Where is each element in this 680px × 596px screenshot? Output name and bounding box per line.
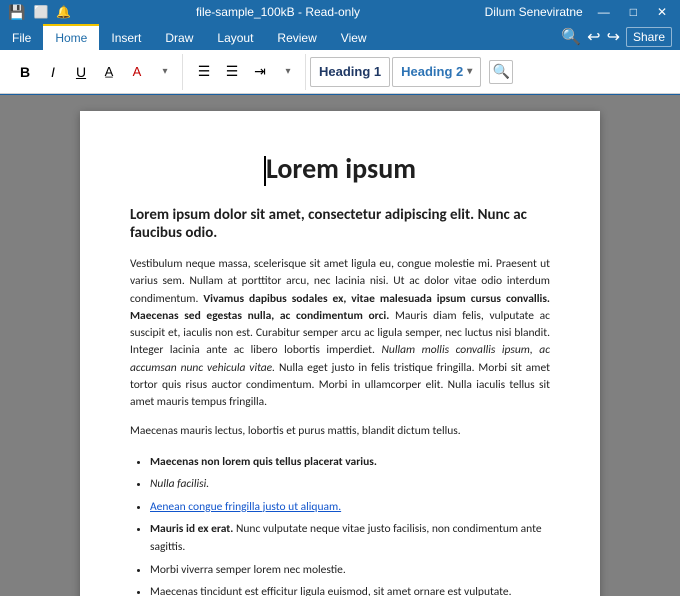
indent-button[interactable]: ⇥ bbox=[247, 59, 273, 85]
numbered-list-button[interactable]: ☰ bbox=[219, 59, 245, 85]
list-item: Morbi viverra semper lorem nec molestie. bbox=[150, 561, 550, 579]
underline-button[interactable]: U bbox=[68, 59, 94, 85]
share-button[interactable]: Share bbox=[626, 27, 672, 47]
tab-home[interactable]: Home bbox=[43, 24, 99, 50]
tab-review[interactable]: Review bbox=[265, 24, 328, 50]
maximize-button[interactable]: □ bbox=[625, 5, 642, 19]
paragraph-1: Vestibulum neque massa, scelerisque sit … bbox=[130, 256, 550, 411]
toolbar-search-button[interactable]: 🔍 bbox=[489, 60, 513, 84]
list-item: Nulla facilisi. bbox=[150, 475, 550, 493]
document-area: Lorem ipsum Lorem ipsum dolor sit amet, … bbox=[0, 95, 680, 596]
paragraph-group: ☰ ☰ ⇥ ▾ bbox=[187, 54, 306, 90]
document-page: Lorem ipsum Lorem ipsum dolor sit amet, … bbox=[80, 111, 600, 596]
italic-button[interactable]: I bbox=[40, 59, 66, 85]
search-icon[interactable]: 🔍 bbox=[561, 27, 581, 47]
styles-group: Heading 1 Heading 2 ▾ bbox=[310, 57, 481, 87]
tab-layout[interactable]: Layout bbox=[205, 24, 265, 50]
ribbon-toolbar: B I U A̲ A ▾ ☰ ☰ ⇥ ▾ Heading 1 Heading 2… bbox=[0, 50, 680, 94]
redo-button[interactable]: ↪ bbox=[607, 27, 620, 47]
ribbon-tabs: File Home Insert Draw Layout Review View… bbox=[0, 24, 680, 50]
tab-insert[interactable]: Insert bbox=[99, 24, 153, 50]
user-name: Dilum Seneviratne bbox=[485, 5, 583, 19]
tab-file[interactable]: File bbox=[0, 24, 43, 50]
document-heading: Lorem ipsum dolor sit amet, consectetur … bbox=[130, 206, 550, 242]
close-button[interactable]: ✕ bbox=[652, 5, 672, 19]
tab-draw[interactable]: Draw bbox=[153, 24, 205, 50]
tab-view[interactable]: View bbox=[329, 24, 379, 50]
bullet-list-button[interactable]: ☰ bbox=[191, 59, 217, 85]
font-format-group: B I U A̲ A ▾ bbox=[8, 54, 183, 90]
list-item: Mauris id ex erat. Nunc vulputate neque … bbox=[150, 520, 550, 557]
font-color-button[interactable]: A bbox=[124, 59, 150, 85]
list-item: Maecenas non lorem quis tellus placerat … bbox=[150, 453, 550, 471]
title-bar: 💾 ⬜ 🔔 file-sample_100kB - Read-only Dilu… bbox=[0, 0, 680, 24]
list-item: Aenean congue fringilla justo ut aliquam… bbox=[150, 498, 550, 516]
paragraph-more[interactable]: ▾ bbox=[275, 59, 301, 85]
window-title: file-sample_100kB - Read-only bbox=[71, 5, 484, 19]
bullet-list: Maecenas non lorem quis tellus placerat … bbox=[150, 453, 550, 596]
minimize-button[interactable]: — bbox=[593, 5, 615, 19]
highlight-button[interactable]: A̲ bbox=[96, 59, 122, 85]
heading2-style-button[interactable]: Heading 2 ▾ bbox=[392, 57, 481, 87]
heading1-style-button[interactable]: Heading 1 bbox=[310, 57, 390, 87]
font-format-more[interactable]: ▾ bbox=[152, 59, 178, 85]
ribbon: File Home Insert Draw Layout Review View… bbox=[0, 24, 680, 95]
list-item: Maecenas tincidunt est efficitur ligula … bbox=[150, 583, 550, 596]
undo-button[interactable]: ↩ bbox=[587, 27, 600, 47]
heading2-chevron: ▾ bbox=[467, 66, 472, 77]
list-link[interactable]: Aenean congue fringilla justo ut aliquam… bbox=[150, 500, 341, 514]
bold-button[interactable]: B bbox=[12, 59, 38, 85]
document-title: Lorem ipsum bbox=[130, 151, 550, 186]
paragraph-2: Maecenas mauris lectus, lobortis et puru… bbox=[130, 423, 550, 440]
